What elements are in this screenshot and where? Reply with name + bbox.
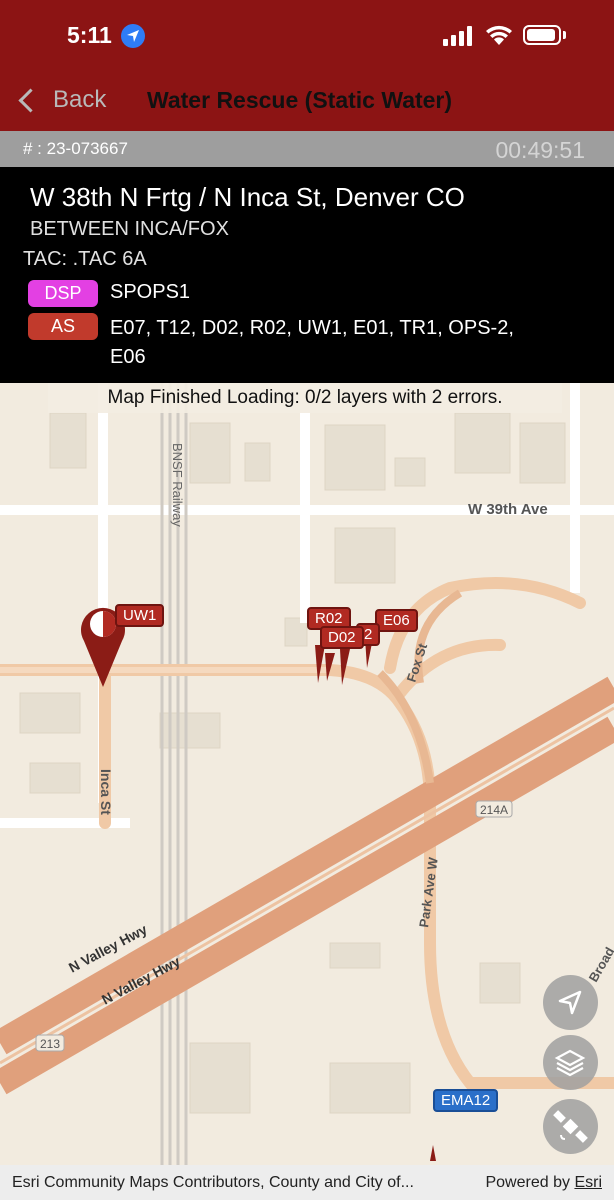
dsp-units: SPOPS1 (110, 281, 191, 303)
unit-pin-d02[interactable]: D02 (320, 626, 364, 649)
label-bnsf: BNSF Railway (170, 443, 185, 527)
incident-address[interactable]: W 38th N Frtg / N Inca St, Denver CO (30, 182, 465, 213)
battery-icon (523, 25, 561, 45)
cross-street: BETWEEN INCA/FOX (30, 218, 229, 240)
chevron-left-icon (18, 87, 43, 113)
exit-213: 213 (40, 1037, 60, 1051)
dsp-badge: DSP (28, 280, 98, 307)
navigation-arrow-icon (558, 990, 582, 1015)
page-title: Water Rescue (Static Water) (147, 87, 453, 113)
layers-icon (554, 1049, 586, 1077)
map-attribution: Esri Community Maps Contributors, County… (0, 1165, 614, 1200)
powered-by-label: Powered by (485, 1174, 570, 1191)
satellite-button[interactable] (543, 1099, 598, 1154)
esri-link[interactable]: Esri (574, 1174, 602, 1191)
map-view[interactable]: W 39th Ave BNSF Railway Inca St Fox St P… (0, 383, 614, 1165)
battery-tip (563, 31, 566, 39)
recenter-button[interactable] (543, 975, 598, 1030)
unit-pin-uw1[interactable]: UW1 (115, 604, 165, 627)
map-status-banner: Map Finished Loading: 0/2 layers with 2 … (48, 383, 562, 413)
exit-214a: 214A (480, 803, 508, 817)
status-bar: 5:11 (0, 0, 614, 70)
unit-pin-e06[interactable]: E06 (375, 609, 418, 632)
map-canvas[interactable]: W 39th Ave BNSF Railway Inca St Fox St P… (0, 383, 614, 1165)
as-units: E07, T12, D02, R02, UW1, E01, TR1, OPS-2… (110, 317, 514, 368)
satellite-icon (553, 1110, 588, 1143)
status-time: 5:11 (67, 22, 112, 48)
nav-bar: Back Water Rescue (Static Water) (0, 70, 614, 131)
layers-button[interactable] (543, 1035, 598, 1090)
powered-by: Powered by Esri (485, 1174, 602, 1192)
incident-number: # : 23-073667 (23, 139, 128, 158)
tac-channel: TAC: .TAC 6A (23, 248, 147, 270)
as-badge: AS (28, 313, 98, 340)
elapsed-timer: 00:49:51 (495, 137, 585, 163)
unit-pin-ema12[interactable]: EMA12 (433, 1089, 499, 1112)
back-button[interactable]: Back (16, 86, 106, 114)
label-inca: Inca St (98, 769, 114, 815)
attribution-text[interactable]: Esri Community Maps Contributors, County… (12, 1174, 414, 1192)
back-label: Back (53, 86, 107, 113)
incident-bar: # : 23-073667 00:49:51 (0, 131, 614, 167)
label-w39: W 39th Ave (468, 501, 548, 518)
wifi-icon (486, 25, 512, 45)
cellular-signal-icon (443, 26, 472, 46)
location-arrow-icon (121, 24, 145, 48)
incident-details: W 38th N Frtg / N Inca St, Denver CO BET… (0, 167, 614, 383)
